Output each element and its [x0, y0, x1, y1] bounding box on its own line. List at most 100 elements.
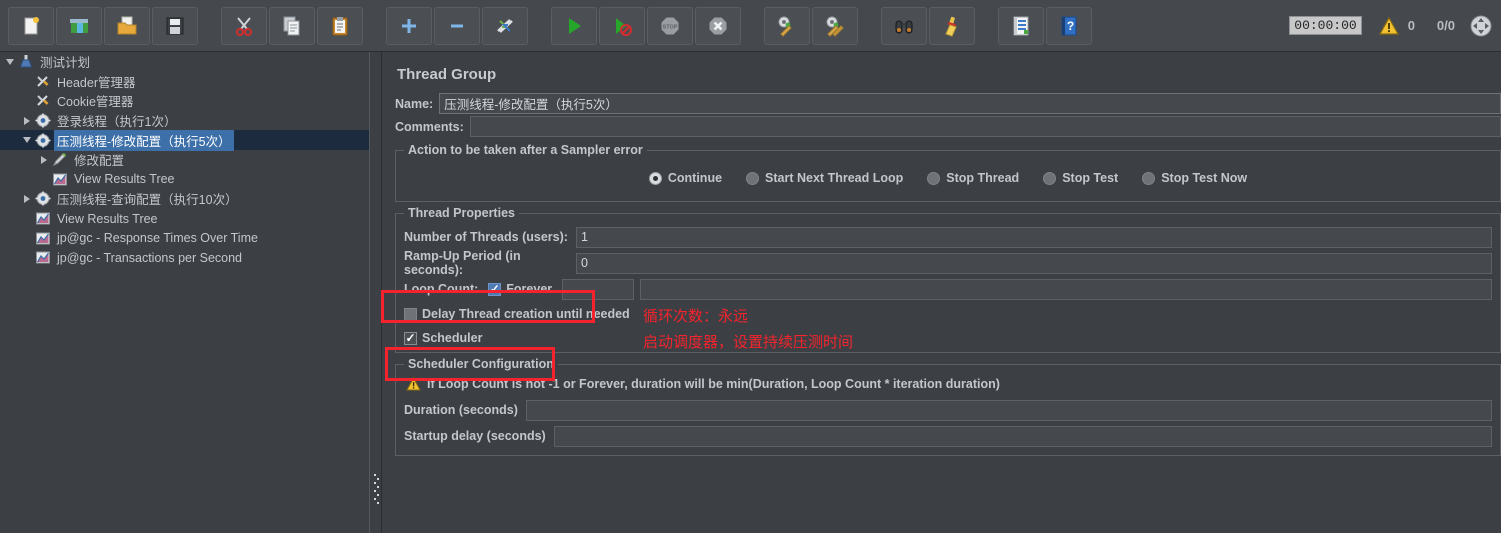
forever-label: Forever	[506, 282, 553, 296]
sampler-error-radio-label: Continue	[667, 171, 723, 185]
tree-item-label: View Results Tree	[57, 211, 158, 226]
tree-item-label: jp@gc - Transactions per Second	[57, 250, 243, 265]
name-field-row: Name:	[395, 93, 1501, 114]
radio-dot[interactable]	[746, 171, 760, 185]
loop-count-annotation-text: 循环次数：永远	[643, 307, 749, 325]
chevron-right-icon[interactable]	[37, 153, 50, 166]
paste-button[interactable]	[317, 6, 363, 45]
listener-chart-icon	[51, 171, 69, 187]
startup-delay-input[interactable]	[553, 425, 1492, 447]
scheduler-row: ✓ Scheduler	[404, 326, 1492, 350]
shutdown-button[interactable]	[695, 6, 741, 45]
toolbar-group-edit	[213, 6, 364, 45]
scheduler-label: Scheduler	[422, 331, 483, 345]
thread-group-editor: Thread Group Name: Comments: Action to b…	[383, 52, 1501, 533]
scheduler-warning-line: If Loop Count is not -1 or Forever, dura…	[406, 377, 1492, 391]
stop-button[interactable]: STOP	[647, 6, 693, 45]
sampler-error-radio-group[interactable]: Continue Start Next Thread Loop Stop Threa…	[404, 161, 1492, 195]
number-of-threads-row: Number of Threads (users):	[404, 224, 1492, 250]
reset-search-button[interactable]	[929, 6, 975, 45]
startup-delay-row: Startup delay (seconds)	[404, 423, 1492, 449]
scheduler-annotation-text: 启动调度器，设置持续压测时间	[643, 333, 854, 351]
scheduler-configuration-legend: Scheduler Configuration	[408, 357, 554, 371]
toolbar-separator	[364, 0, 378, 52]
tree-item[interactable]: View Results Tree	[0, 209, 369, 229]
tree-item[interactable]: Header管理器	[0, 72, 369, 92]
radio-dot[interactable]	[648, 171, 662, 185]
split-pane-divider[interactable]	[369, 52, 382, 533]
function-helper-button[interactable]	[998, 6, 1044, 45]
templates-button[interactable]	[56, 6, 102, 45]
forever-checkbox[interactable]: ✓	[488, 282, 502, 296]
chevron-right-icon[interactable]	[20, 192, 33, 205]
comments-input[interactable]	[469, 116, 1501, 137]
scheduler-checkbox[interactable]: ✓	[404, 331, 417, 345]
number-of-threads-input[interactable]	[576, 226, 1492, 248]
clear-button[interactable]	[764, 6, 810, 45]
toggle-button[interactable]	[482, 6, 528, 45]
tree-item[interactable]: Cookie管理器	[0, 91, 369, 111]
sampler-pen-icon	[51, 152, 69, 168]
tree-item[interactable]: 修改配置	[0, 150, 369, 170]
four-arrows-expand-icon[interactable]	[1469, 14, 1493, 38]
chevron-down-icon[interactable]	[20, 134, 33, 147]
toolbar-separator	[529, 0, 543, 52]
sampler-error-radio[interactable]: Stop Test Now	[1142, 171, 1247, 185]
tree-item-label: jp@gc - Response Times Over Time	[57, 231, 258, 246]
ramp-up-period-input[interactable]	[576, 252, 1492, 274]
radio-dot[interactable]	[1043, 171, 1057, 185]
sampler-error-radio[interactable]: Stop Thread	[927, 171, 1019, 185]
delay-thread-creation-row: Delay Thread creation until needed	[404, 302, 1492, 326]
clear-all-button[interactable]	[812, 6, 858, 45]
sampler-error-radio[interactable]: Start Next Thread Loop	[746, 171, 903, 185]
collapse-all-button[interactable]	[434, 6, 480, 45]
start-no-pauses-button[interactable]	[599, 6, 645, 45]
main-toolbar: STOP ? 00:00:00 0 0/0	[0, 0, 1501, 52]
name-input[interactable]	[439, 93, 1501, 114]
sampler-error-radio-label: Stop Test	[1062, 171, 1119, 185]
tree-item-label: Header管理器	[57, 75, 136, 90]
test-plan-tree[interactable]: 测试计划 Header管理器 Cookie管理器 登录线程（执行1次） 压测线程-修改配…	[0, 52, 369, 533]
radio-dot[interactable]	[1142, 171, 1156, 185]
chevron-right-icon[interactable]	[20, 114, 33, 127]
ramp-up-period-row: Ramp-Up Period (in seconds):	[404, 249, 1492, 277]
copy-button[interactable]	[269, 6, 315, 45]
thread-group-icon	[34, 113, 52, 129]
tree-item[interactable]: 测试计划	[0, 52, 369, 72]
divider-grip[interactable]	[374, 472, 379, 504]
cut-button[interactable]	[221, 6, 267, 45]
listener-chart-icon	[34, 250, 52, 266]
tree-item[interactable]: 压测线程-查询配置（执行10次）	[0, 189, 369, 209]
tree-item-label: 压测线程-修改配置（执行5次）	[54, 129, 234, 151]
start-button[interactable]	[551, 6, 597, 45]
loop-count-input[interactable]	[562, 278, 635, 300]
config-wrench-icon	[34, 73, 52, 89]
tree-item[interactable]: jp@gc - Response Times Over Time	[0, 228, 369, 248]
warning-triangle-icon	[406, 377, 421, 391]
toolbar-separator	[742, 0, 756, 52]
config-wrench-icon	[34, 93, 52, 109]
save-button[interactable]	[152, 6, 198, 45]
tree-item[interactable]: 压测线程-修改配置（执行5次）	[0, 129, 369, 151]
chevron-down-icon[interactable]	[3, 55, 16, 68]
warning-indicator[interactable]: 0	[1378, 16, 1429, 36]
tree-item-label: View Results Tree	[74, 172, 175, 187]
loop-count-filler	[640, 278, 1492, 300]
startup-delay-label: Startup delay (seconds)	[404, 429, 546, 443]
search-button[interactable]	[881, 6, 927, 45]
tree-item[interactable]: jp@gc - Transactions per Second	[0, 248, 369, 268]
sampler-error-radio[interactable]: Stop Test	[1043, 171, 1118, 185]
tree-item[interactable]: View Results Tree	[0, 170, 369, 190]
open-button[interactable]	[104, 6, 150, 45]
expand-all-button[interactable]	[386, 6, 432, 45]
help-button[interactable]: ?	[1046, 6, 1092, 45]
radio-dot[interactable]	[927, 171, 941, 185]
new-test-plan-button[interactable]	[8, 6, 54, 45]
tree-item[interactable]: 登录线程（执行1次）	[0, 111, 369, 131]
toolbar-group-clear	[756, 6, 859, 45]
delay-thread-creation-checkbox[interactable]	[404, 307, 417, 321]
sampler-error-radio-label: Stop Thread	[946, 171, 1020, 185]
sampler-error-radio[interactable]: Continue	[648, 171, 723, 185]
toolbar-separator	[199, 0, 213, 52]
duration-input[interactable]	[525, 399, 1492, 421]
